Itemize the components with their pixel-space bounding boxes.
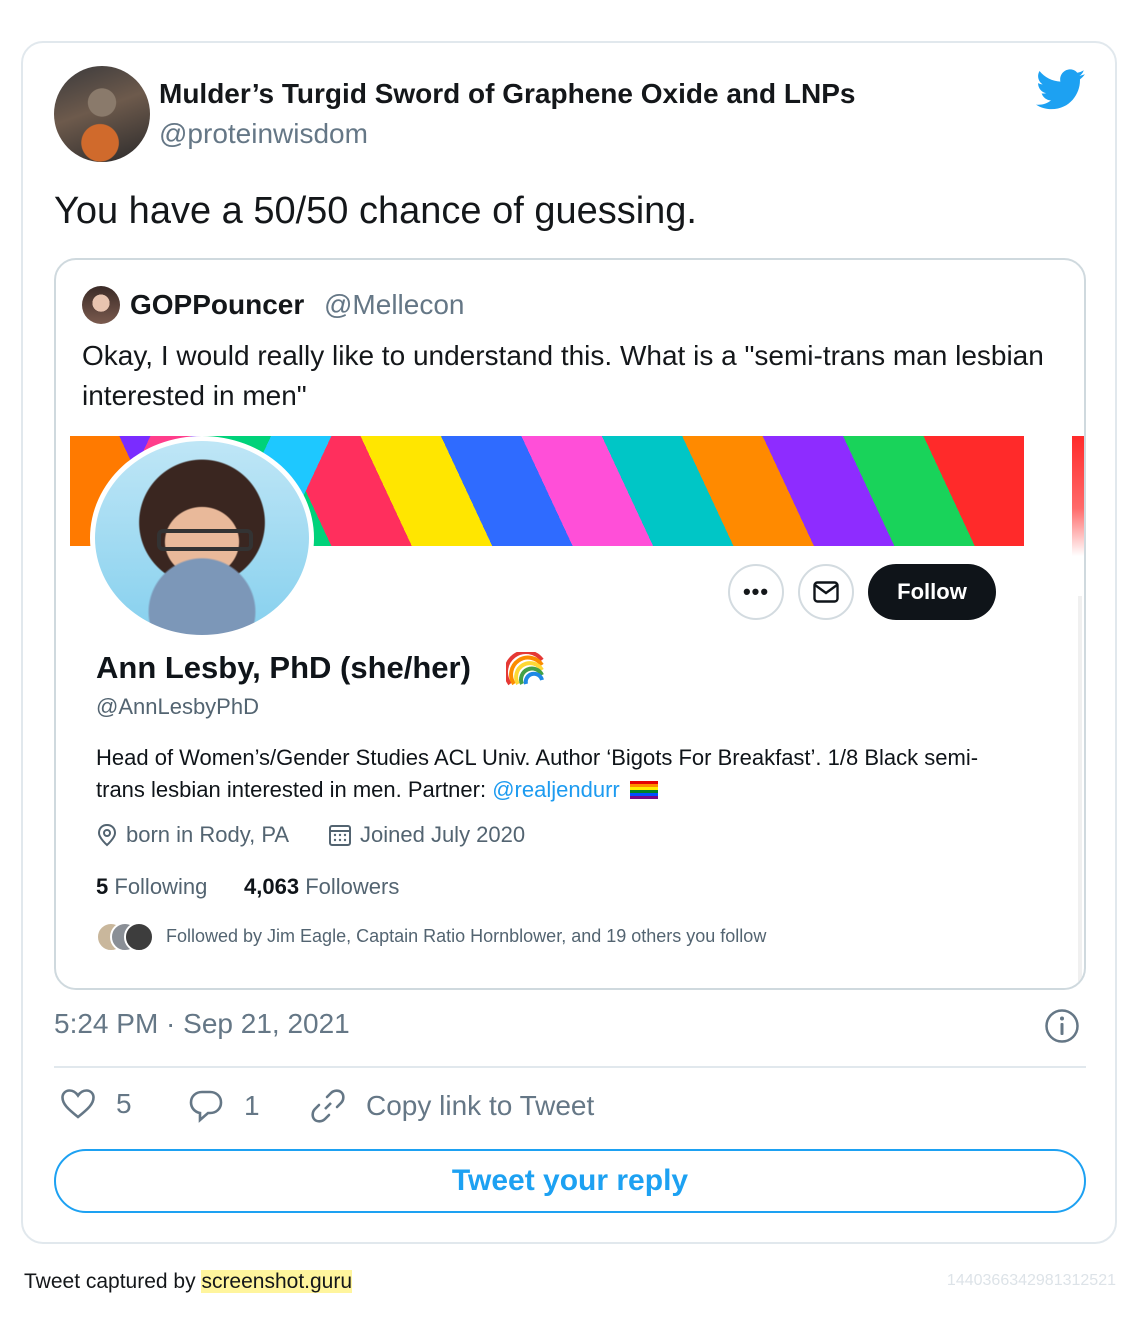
- heart-icon: [61, 1089, 95, 1119]
- followers-count: 4,063: [244, 874, 300, 899]
- captured-by-site-link[interactable]: screenshot.guru: [201, 1270, 353, 1293]
- quoted-author-avatar: [82, 286, 120, 324]
- twitter-bird-icon[interactable]: [1036, 68, 1086, 112]
- following-count: 5: [96, 874, 109, 899]
- divider: [1078, 596, 1082, 988]
- followers-label: Followers: [305, 874, 400, 899]
- pride-flag-icon: [629, 781, 658, 799]
- followed-by: Followed by Jim Eagle, Captain Ratio Hor…: [96, 922, 767, 952]
- profile-bio: Head of Women’s/Gender Studies ACL Univ.…: [96, 742, 996, 806]
- glasses-graphic: [157, 529, 253, 551]
- follow-button: Follow: [868, 564, 996, 620]
- profile-handle: @AnnLesbyPhD: [96, 694, 259, 719]
- author-handle[interactable]: @proteinwisdom: [159, 118, 368, 150]
- profile-screenshot-image: ••• Follow Ann Lesby, PhD (she/her) @Ann…: [70, 436, 1084, 988]
- like-button[interactable]: 5: [60, 1088, 132, 1120]
- followed-by-text: Followed by Jim Eagle, Captain Ratio Hor…: [166, 925, 767, 946]
- reply-button[interactable]: 1: [188, 1088, 260, 1124]
- quoted-author-name: GOPPouncer: [130, 289, 305, 320]
- bio-link: @realjendurr: [492, 777, 620, 802]
- message-button: [798, 564, 854, 620]
- more-options-button: •••: [728, 564, 784, 620]
- profile-stats: 5 Following 4,063 Followers: [96, 874, 399, 900]
- profile-avatar: [90, 436, 314, 640]
- reply-count: 1: [244, 1090, 260, 1121]
- author-name[interactable]: Mulder’s Turgid Sword of Graphene Oxide …: [159, 78, 855, 110]
- quoted-tweet-text: Okay, I would really like to understand …: [82, 340, 1044, 411]
- follower-avatars: [96, 922, 154, 952]
- banner-edge: [1072, 436, 1084, 556]
- location-text: born in Rody, PA: [126, 822, 290, 847]
- copy-link-label: Copy link to Tweet: [366, 1090, 595, 1121]
- tweet-id: 1440366342981312521: [946, 1272, 1116, 1289]
- capture-credit: Tweet captured by screenshot.guru: [24, 1270, 353, 1294]
- mail-icon: [813, 581, 839, 603]
- info-icon[interactable]: [1044, 1008, 1080, 1044]
- copy-link-button[interactable]: Copy link to Tweet: [310, 1088, 594, 1124]
- like-count: 5: [116, 1088, 132, 1119]
- profile-location: born in Rody, PA: [96, 822, 289, 848]
- author-avatar[interactable]: [54, 66, 150, 162]
- captured-by-text: Tweet captured by: [24, 1270, 202, 1293]
- following-label: Following: [114, 874, 208, 899]
- link-icon: [311, 1089, 345, 1123]
- profile-joined: Joined July 2020: [328, 822, 525, 848]
- divider: [54, 1066, 1086, 1068]
- location-pin-icon: [97, 823, 117, 847]
- joined-text: Joined July 2020: [360, 822, 526, 847]
- quoted-tweet[interactable]: GOPPouncer @Mellecon Okay, I would reall…: [54, 258, 1086, 990]
- tweet-text: You have a 50/50 chance of guessing.: [54, 190, 697, 232]
- quoted-author-handle: @Mellecon: [324, 289, 465, 320]
- reply-bubble-icon: [189, 1090, 223, 1123]
- profile-name: Ann Lesby, PhD (she/her): [96, 650, 471, 685]
- calendar-icon: [329, 825, 351, 846]
- tweet-timestamp[interactable]: 5:24 PM · Sep 21, 2021: [54, 1008, 350, 1040]
- rainbow-icon: [506, 652, 544, 686]
- tweet-reply-button[interactable]: Tweet your reply: [54, 1149, 1086, 1213]
